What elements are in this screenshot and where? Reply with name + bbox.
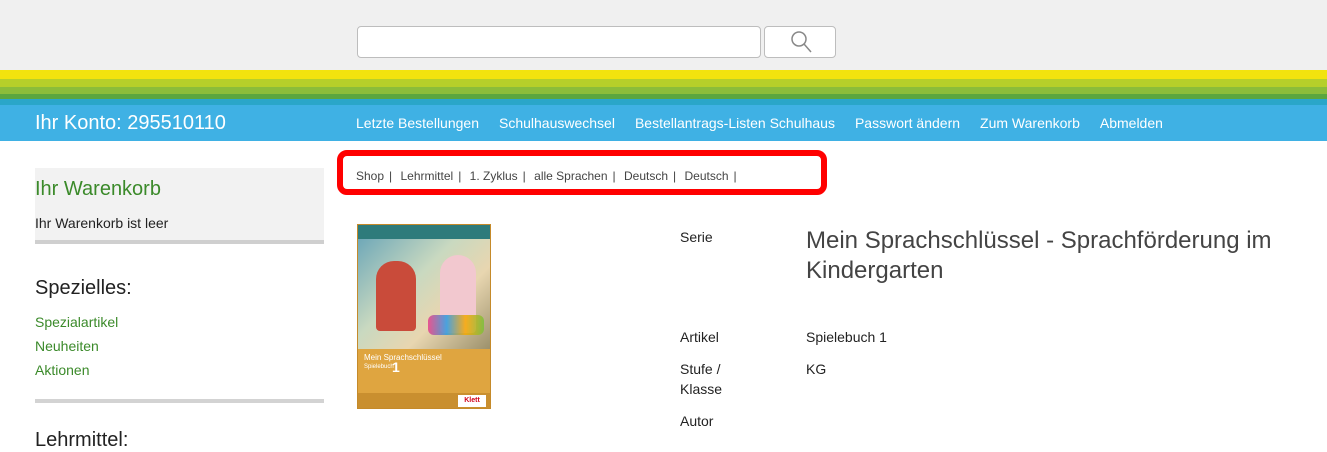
nav-school-change[interactable]: Schulhauswechsel xyxy=(499,115,615,131)
breadcrumb-german-1[interactable]: Deutsch xyxy=(624,169,668,183)
breadcrumb-separator: | xyxy=(458,169,462,183)
series-value: Mein Sprachschlüssel - Sprachförderung i… xyxy=(806,227,1272,284)
nav-last-orders[interactable]: Letzte Bestellungen xyxy=(356,115,479,131)
nav-change-password[interactable]: Passwort ändern xyxy=(855,115,960,131)
breadcrumb-separator: | xyxy=(389,169,393,183)
decor-stripe-yellow xyxy=(0,70,1327,79)
breadcrumb-separator: | xyxy=(612,169,616,183)
cover-number: 1 xyxy=(392,359,400,375)
breadcrumb-separator: | xyxy=(733,169,737,183)
author-label: Autor xyxy=(680,413,714,429)
nav-logout[interactable]: Abmelden xyxy=(1100,115,1163,131)
teaching-heading: Lehrmittel: xyxy=(35,429,129,451)
breadcrumb-teaching[interactable]: Lehrmittel xyxy=(401,169,454,183)
level-value: KG xyxy=(806,361,827,377)
nav-cart[interactable]: Zum Warenkorb xyxy=(980,115,1080,131)
product-cover-image[interactable]: Mein Sprachschlüssel Spielebuch 1 Klett xyxy=(357,224,491,409)
nav-links: Letzte Bestellungen Schulhauswechsel Bes… xyxy=(356,115,1183,131)
special-link-promotions[interactable]: Aktionen xyxy=(35,362,89,378)
series-label: Serie xyxy=(680,229,713,245)
cover-child-figure xyxy=(376,261,416,331)
search-input[interactable] xyxy=(357,26,761,58)
special-link-news[interactable]: Neuheiten xyxy=(35,338,99,354)
breadcrumb-german-2[interactable]: Deutsch xyxy=(685,169,729,183)
breadcrumb-all-languages[interactable]: alle Sprachen xyxy=(534,169,607,183)
nav-order-request-lists[interactable]: Bestellantrags-Listen Schulhaus xyxy=(635,115,835,131)
decor-stripe-green xyxy=(0,87,1327,94)
cover-keys-graphic xyxy=(428,315,484,335)
article-label: Artikel xyxy=(680,329,719,345)
cover-top-strip xyxy=(358,225,490,239)
cart-empty-text: Ihr Warenkorb ist leer xyxy=(35,215,169,231)
breadcrumb: Shop | Lehrmittel | 1. Zyklus | alle Sprach… xyxy=(356,169,742,183)
cover-subtitle: Spielebuch xyxy=(364,364,394,370)
search-icon xyxy=(791,31,812,53)
sidebar-divider xyxy=(35,399,324,403)
level-label-line1: Stufe / xyxy=(680,361,721,377)
breadcrumb-shop[interactable]: Shop xyxy=(356,169,384,183)
main-nav: Ihr Konto: 295510110 Letzte Bestellungen… xyxy=(0,105,1327,141)
level-label-line2: Klasse xyxy=(680,381,723,397)
header-search-bar xyxy=(0,0,1327,70)
search-button[interactable] xyxy=(764,26,836,58)
cover-title: Mein Sprachschlüssel xyxy=(364,353,442,362)
publisher-logo: Klett xyxy=(458,395,486,407)
breadcrumb-highlight: Shop | Lehrmittel | 1. Zyklus | alle Sprach… xyxy=(337,150,827,195)
breadcrumb-separator: | xyxy=(522,169,526,183)
special-link-specialarticles[interactable]: Spezialartikel xyxy=(35,314,118,330)
account-label: Ihr Konto: 295510110 xyxy=(35,112,226,134)
cart-title: Ihr Warenkorb xyxy=(35,178,161,200)
decor-stripe-lime xyxy=(0,79,1327,87)
breadcrumb-cycle[interactable]: 1. Zyklus xyxy=(470,169,518,183)
cart-box: Ihr Warenkorb Ihr Warenkorb ist leer xyxy=(35,168,324,244)
special-heading: Spezielles: xyxy=(35,277,132,299)
article-value: Spielebuch 1 xyxy=(806,329,887,345)
breadcrumb-separator: | xyxy=(673,169,677,183)
